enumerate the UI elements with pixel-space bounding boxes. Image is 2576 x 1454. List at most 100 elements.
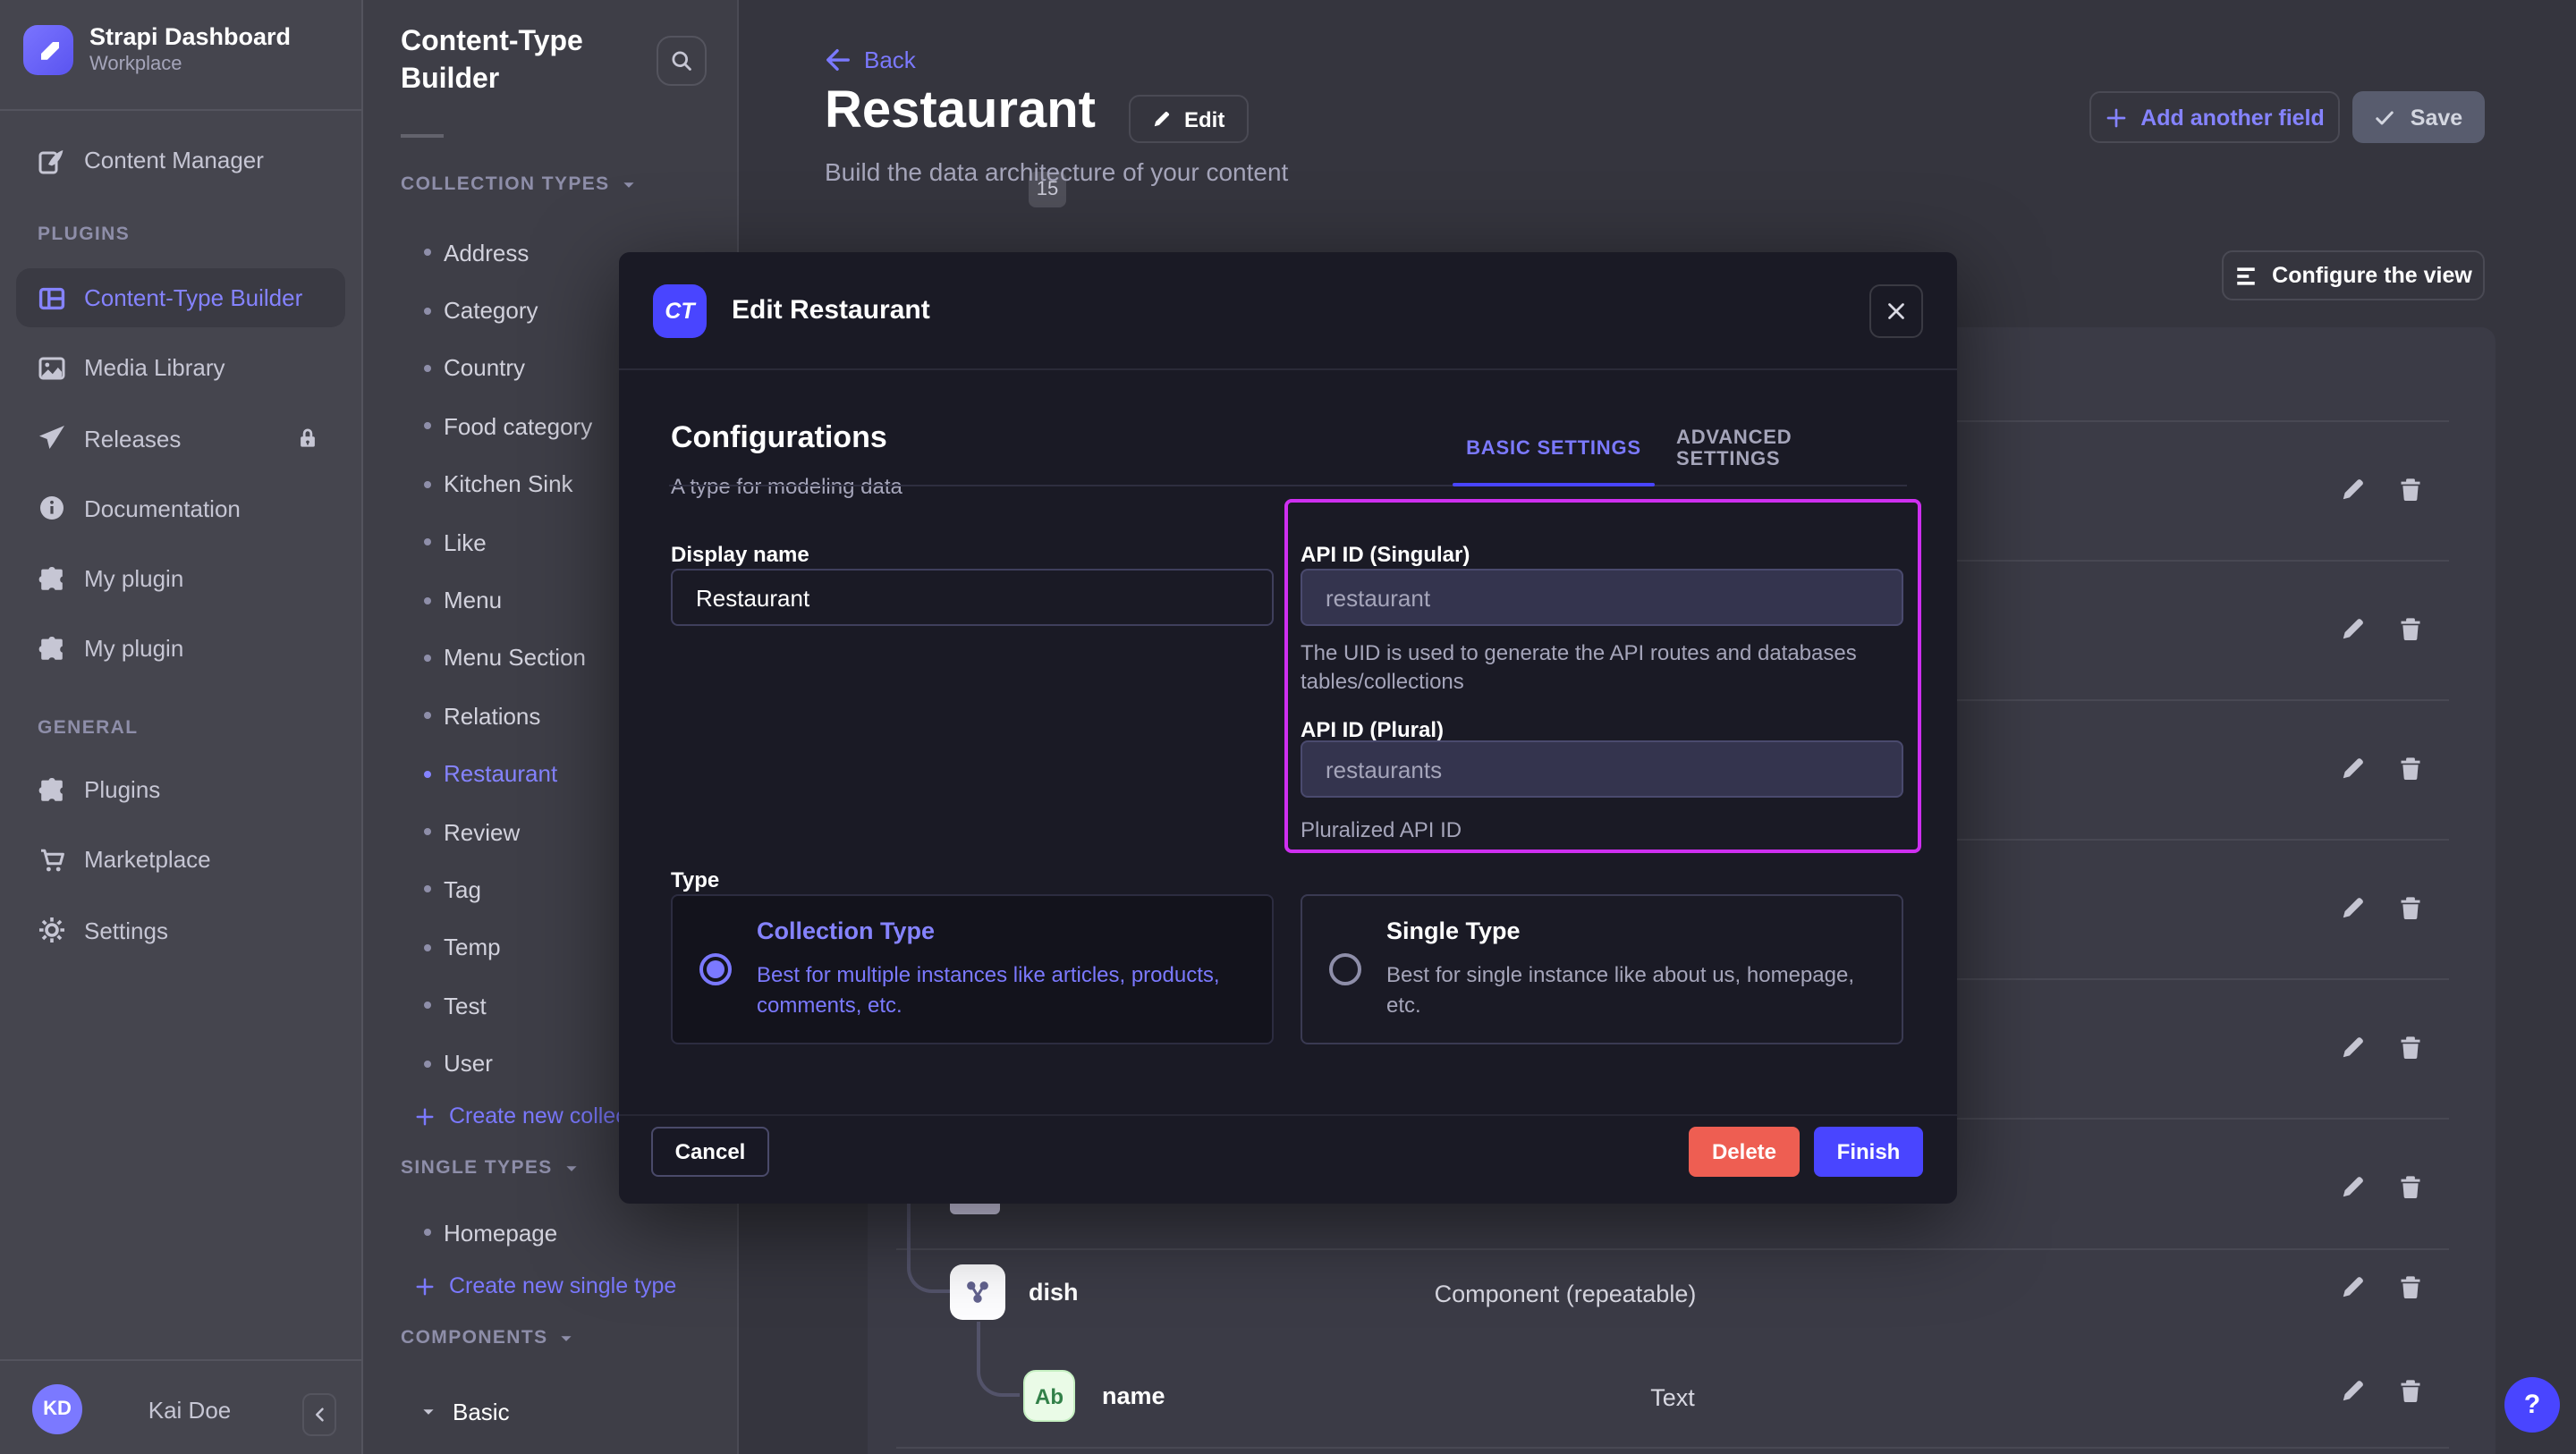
bullet-icon [424,249,431,256]
add-another-field-button[interactable]: Add another field [2089,91,2340,143]
single-type-option[interactable]: Single Type Best for single instance lik… [1301,894,1903,1044]
sidebar-item-label: Content-Type Builder [84,284,302,311]
strapi-logo-icon [23,25,73,75]
sidebar-user-section: KD Kai Doe [0,1359,361,1454]
component-group-basic[interactable]: Basic [420,1388,510,1434]
search-button[interactable] [657,36,707,86]
api-id-plural-input[interactable] [1301,740,1903,798]
field-name: name [1102,1382,1165,1409]
configurations-title: Configurations [671,420,887,456]
sidebar-item-settings[interactable]: Settings [16,900,345,959]
single-types-header[interactable]: SINGLE TYPES [401,1157,580,1179]
delete-field-button[interactable] [2397,1377,2424,1404]
sidebar-item-plugins[interactable]: Plugins [16,760,345,819]
radio-selected-icon[interactable] [699,953,732,985]
sidebar-item-content-manager[interactable]: Content Manager [16,131,345,190]
plus-icon [415,1276,435,1296]
close-icon [1885,300,1907,321]
app-root: Strapi Dashboard Workplace Content Manag… [0,0,2576,1454]
user-avatar[interactable]: KD [32,1384,82,1434]
edit-field-button[interactable] [2340,1273,2367,1300]
field-row-actions [2340,615,2424,642]
edit-field-button[interactable] [2340,1173,2367,1200]
delete-field-button[interactable] [2397,894,2424,921]
bullet-icon [424,655,431,662]
api-id-singular-label: API ID (Singular) [1301,542,1470,567]
plugin-icon [38,775,66,804]
radio-unselected-icon[interactable] [1329,953,1361,985]
api-id-plural-help: Pluralized API ID [1301,816,1919,844]
delete-field-button[interactable] [2397,1173,2424,1200]
delete-field-button[interactable] [2397,615,2424,642]
single-type-item[interactable]: Homepage [363,1204,737,1262]
bullet-icon [424,1002,431,1010]
general-section-label: GENERAL [0,717,361,739]
configure-view-button[interactable]: Configure the view [2222,250,2485,300]
bullet-icon [424,423,431,430]
save-button[interactable]: Save [2352,91,2485,143]
sidebar-item-my-plugin-1[interactable]: My plugin [16,549,345,608]
sidebar-item-label: Media Library [84,355,225,382]
sidebar-item-content-type-builder[interactable]: Content-Type Builder [16,268,345,327]
sidebar-item-releases[interactable]: Releases [16,409,345,468]
edit-field-button[interactable] [2340,1034,2367,1061]
edit-button[interactable]: Edit [1129,95,1248,143]
field-type: Text [1422,1384,1923,1411]
close-button[interactable] [1869,283,1923,337]
delete-field-button[interactable] [2397,1034,2424,1061]
help-button[interactable]: ? [2504,1377,2560,1433]
bullet-icon [424,713,431,720]
title-rule [401,134,444,138]
sidebar-item-my-plugin-2[interactable]: My plugin [16,620,345,679]
collection-type-option[interactable]: Collection Type Best for multiple instan… [671,894,1274,1044]
modal-title: Edit Restaurant [732,295,930,325]
delete-field-button[interactable] [2397,755,2424,782]
components-header[interactable]: COMPONENTS [401,1327,575,1348]
footer-divider [619,1114,1957,1116]
edit-field-button[interactable] [2340,755,2367,782]
api-id-singular-help: The UID is used to generate the API rout… [1301,638,1919,696]
field-name: dish [1029,1279,1079,1306]
edit-field-button[interactable] [2340,615,2367,642]
create-single-type-link[interactable]: Create new single type [415,1273,676,1298]
collapse-sidebar-button[interactable] [302,1393,336,1436]
delete-field-button[interactable] [2397,476,2424,503]
tree-connector [977,1322,1020,1397]
sidebar-item-label: Marketplace [84,847,211,874]
cancel-button[interactable]: Cancel [651,1127,769,1177]
sidebar-item-marketplace[interactable]: Marketplace [16,831,345,890]
row-divider [896,1447,2449,1449]
tab-basic-settings[interactable]: BASIC SETTINGS [1453,431,1655,467]
delete-field-button[interactable] [2397,1273,2424,1300]
collection-types-header[interactable]: COLLECTION TYPES [401,173,637,195]
page-title: Restaurant [825,82,1096,141]
sidebar-item-label: My plugin [84,565,183,592]
edit-restaurant-modal: CT Edit Restaurant Configurations A type… [619,252,1957,1204]
api-id-singular-input[interactable] [1301,569,1903,626]
edit-field-button[interactable] [2340,894,2367,921]
edit-field-button[interactable] [2340,1377,2367,1404]
cart-icon [38,846,66,875]
modal-header: CT Edit Restaurant [619,252,1957,370]
filter-icon [2234,264,2258,287]
workspace-brand[interactable]: Strapi Dashboard Workplace [23,23,291,77]
workspace-title: Strapi Dashboard [89,23,291,52]
display-name-input[interactable] [671,569,1274,626]
page-subtitle: Build the data architecture of your cont… [825,157,1288,186]
bullet-icon [424,828,431,835]
delete-button[interactable]: Delete [1689,1127,1800,1177]
edit-field-button[interactable] [2340,476,2367,503]
back-link[interactable]: Back [825,46,916,73]
configurations-subtitle: A type for modeling data [671,474,902,499]
content-type-builder-icon [38,283,66,312]
sidebar-item-media-library[interactable]: Media Library [16,339,345,398]
bullet-icon [424,770,431,777]
text-field-icon: Ab [1023,1370,1075,1422]
sidebar-item-label: Settings [84,917,168,943]
tab-advanced-settings[interactable]: ADVANCED SETTINGS [1676,431,1884,467]
finish-button[interactable]: Finish [1814,1127,1923,1177]
sidebar-item-documentation[interactable]: Documentation [16,479,345,538]
row-divider [896,1248,2449,1250]
bullet-icon [424,307,431,314]
bullet-icon [424,596,431,604]
